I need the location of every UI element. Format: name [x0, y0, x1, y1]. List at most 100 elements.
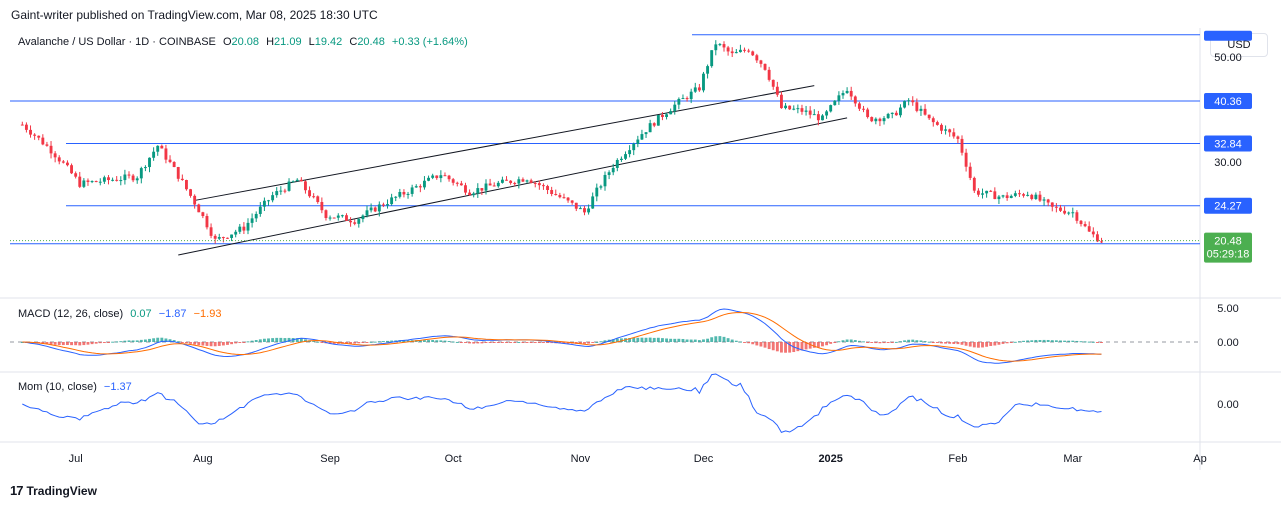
candle-body	[258, 206, 262, 214]
macd-hist-bar	[156, 337, 160, 342]
macd-hist-bar	[185, 342, 188, 344]
symbol-title: Avalanche / US Dollar · 1D · COINBASE	[18, 36, 216, 48]
high-label: H	[266, 36, 275, 48]
candle-body	[681, 98, 685, 100]
macd-hist-bar	[673, 338, 677, 342]
macd-hist-bar	[139, 339, 143, 342]
candle-body	[726, 47, 730, 52]
macd-hist-bar	[656, 337, 660, 342]
macd-hist-bar	[636, 337, 640, 342]
macd-hist-bar	[148, 338, 151, 342]
macd-hist-bar	[521, 342, 525, 343]
mom-title: Mom (10, close)	[18, 381, 97, 393]
candle-body	[521, 179, 525, 182]
candle-body	[1087, 226, 1091, 232]
macd-hist-bar	[771, 342, 775, 351]
candle-body	[702, 73, 705, 91]
macd-hist-bar	[373, 341, 377, 343]
candle-body	[135, 178, 139, 181]
macd-hist-bar	[661, 338, 664, 342]
trend-channel-lower	[178, 117, 848, 256]
macd-hist-bar	[681, 338, 685, 342]
candle-body	[800, 108, 804, 112]
candle-body	[205, 216, 209, 228]
candle-body	[837, 95, 841, 101]
high-value: 21.09	[274, 36, 302, 48]
candle-body	[993, 191, 997, 200]
candle-body	[907, 100, 911, 102]
candle-body	[1100, 241, 1103, 243]
countdown-label: 05:29:18	[1207, 249, 1250, 261]
candle-body	[853, 96, 857, 104]
macd-hist-bar	[262, 338, 266, 342]
macd-hist-bar	[213, 342, 217, 347]
macd-hist-bar	[706, 338, 710, 342]
macd-hist-bar	[1001, 342, 1005, 344]
macd-hist-bar	[775, 342, 779, 352]
candle-body	[431, 175, 435, 178]
candle-body	[792, 108, 796, 110]
macd-hist-bar	[993, 342, 997, 346]
macd-hist-bar	[472, 342, 476, 344]
candle-body	[804, 110, 808, 112]
macd-hist-bar	[316, 341, 320, 343]
chart-canvas[interactable]: 40.3632.8424.2720.1750.0030.0020.4805:29…	[0, 0, 1281, 508]
candle-body	[952, 132, 956, 137]
footer-brand[interactable]: 17 TradingView	[10, 483, 97, 498]
macd-hist-bar	[1042, 339, 1046, 342]
candle-body	[972, 177, 976, 191]
mom-tick-label: 0.00	[1217, 399, 1238, 411]
candle-body	[595, 187, 599, 197]
candle-body	[70, 165, 73, 174]
macd-hist-bar	[70, 342, 73, 346]
macd-hist-bar	[632, 337, 636, 342]
macd-hist-bar	[1059, 340, 1062, 342]
macd-hist-bar	[119, 341, 123, 343]
candle-body	[353, 222, 357, 224]
candle-body	[90, 181, 94, 183]
macd-hist-bar	[57, 342, 61, 346]
candle-body	[931, 118, 935, 123]
candle-body	[784, 105, 787, 109]
candle-body	[808, 110, 812, 115]
time-tick-label: Ap	[1193, 453, 1206, 465]
macd-hist-bar	[217, 342, 221, 346]
candle-body	[267, 200, 270, 202]
time-tick-label: 2025	[818, 453, 842, 465]
candle-body	[250, 218, 254, 223]
macd-hist-bar	[734, 340, 738, 342]
candle-body	[583, 208, 586, 213]
macd-hist-bar	[599, 341, 603, 343]
macd-hist-bar	[226, 342, 229, 345]
macd-hist-bar	[1091, 341, 1095, 343]
candle-body	[648, 123, 652, 133]
candle-body	[455, 182, 459, 184]
macd-hist-bar	[230, 342, 234, 345]
time-tick-label: Sep	[320, 453, 340, 465]
candle-body	[693, 87, 697, 92]
macd-hist-bar	[78, 342, 82, 346]
macd-hist-bar	[209, 342, 213, 347]
candle-body	[308, 190, 311, 197]
candle-body	[542, 185, 545, 187]
candle-body	[599, 186, 603, 188]
macd-hist-bar	[652, 337, 656, 342]
candle-body	[496, 182, 500, 187]
macd-hist-bar	[985, 342, 989, 347]
candle-body	[981, 193, 984, 195]
low-value: 19.42	[314, 36, 343, 48]
time-tick-label: Nov	[571, 453, 591, 465]
mom-legend: Mom (10, close) −1.37	[18, 381, 136, 393]
macd-hist-bar	[903, 340, 906, 342]
candle-body	[788, 105, 792, 110]
macd-hist-bar	[357, 342, 361, 344]
candle-body	[49, 145, 53, 154]
macd-hist-bar	[738, 341, 742, 343]
macd-hist-bar	[86, 342, 90, 345]
candle-body	[1018, 193, 1021, 195]
candle-body	[423, 180, 426, 188]
candle-body	[780, 94, 783, 109]
macd-hist-bar	[443, 340, 447, 342]
macd-hist-bar	[763, 342, 767, 348]
candle-body	[156, 145, 160, 152]
